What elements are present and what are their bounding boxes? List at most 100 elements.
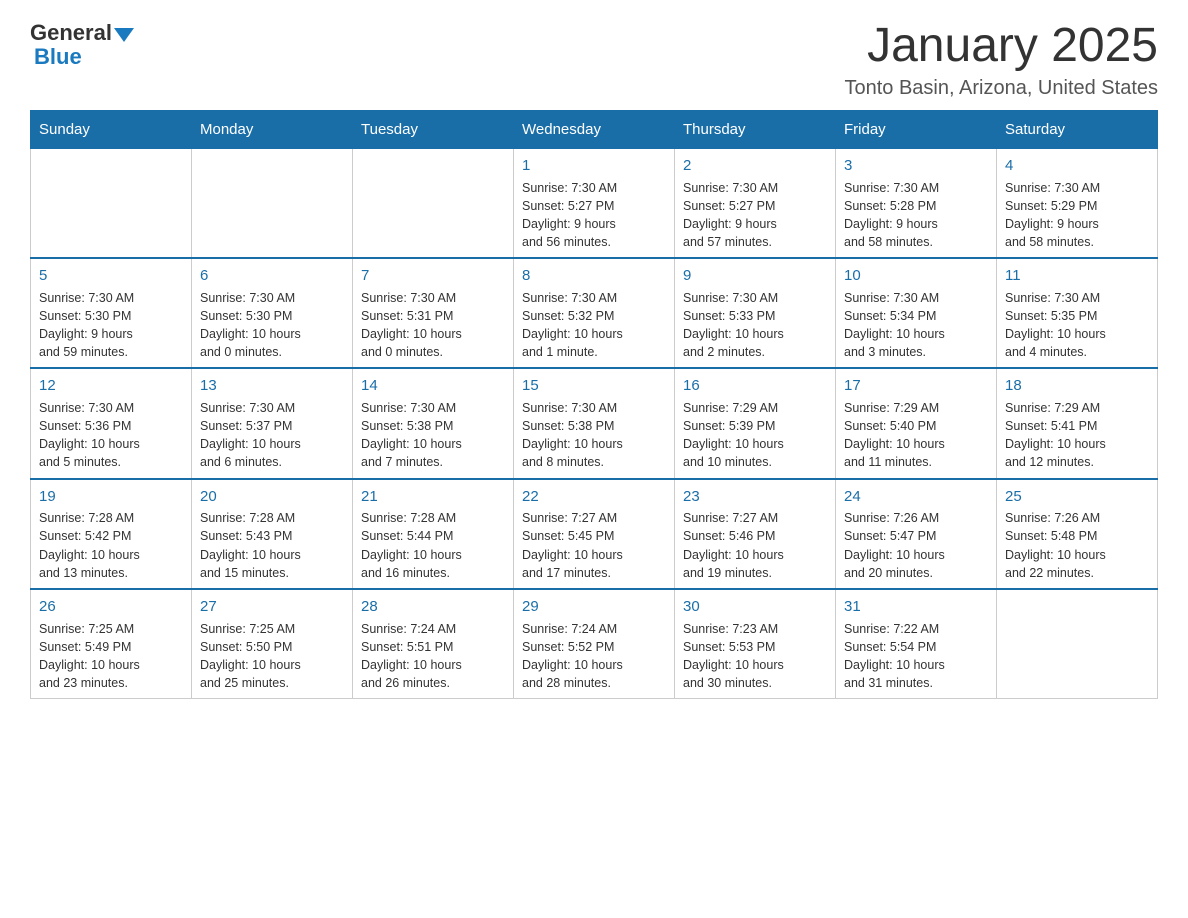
day-info-line: Sunset: 5:27 PM [522,199,614,213]
day-info-line: Daylight: 10 hours [361,327,462,341]
day-info-line: Sunrise: 7:30 AM [361,401,456,415]
day-info-line: Sunrise: 7:28 AM [361,511,456,525]
calendar-cell: 20Sunrise: 7:28 AMSunset: 5:43 PMDayligh… [192,479,353,589]
day-info-line: Sunset: 5:53 PM [683,640,775,654]
calendar-cell: 9Sunrise: 7:30 AMSunset: 5:33 PMDaylight… [675,258,836,368]
day-info-line: Daylight: 10 hours [39,658,140,672]
day-info-line: and 25 minutes. [200,676,289,690]
day-number: 4 [1005,155,1149,177]
page-header: General Blue January 2025 Tonto Basin, A… [30,20,1158,100]
column-header-sunday: Sunday [31,110,192,148]
day-info-line: Daylight: 9 hours [522,217,616,231]
day-number: 26 [39,596,183,618]
day-info-line: and 28 minutes. [522,676,611,690]
day-info-line: Sunrise: 7:30 AM [683,181,778,195]
day-info-line: Daylight: 10 hours [200,437,301,451]
calendar-cell: 2Sunrise: 7:30 AMSunset: 5:27 PMDaylight… [675,148,836,258]
calendar-cell: 13Sunrise: 7:30 AMSunset: 5:37 PMDayligh… [192,368,353,478]
day-number: 16 [683,375,827,397]
day-info-line: and 11 minutes. [844,455,932,469]
day-info-line: Sunrise: 7:30 AM [39,401,134,415]
calendar-cell [31,148,192,258]
day-info-line: and 4 minutes. [1005,345,1087,359]
day-info-line: Sunset: 5:35 PM [1005,309,1097,323]
day-info-line: and 5 minutes. [39,455,121,469]
day-info-line: and 8 minutes. [522,455,604,469]
calendar-cell: 30Sunrise: 7:23 AMSunset: 5:53 PMDayligh… [675,589,836,699]
day-info-line: Sunset: 5:39 PM [683,419,775,433]
day-info-line: Sunset: 5:50 PM [200,640,292,654]
calendar-week-2: 5Sunrise: 7:30 AMSunset: 5:30 PMDaylight… [31,258,1158,368]
calendar-cell [353,148,514,258]
calendar-cell: 1Sunrise: 7:30 AMSunset: 5:27 PMDaylight… [514,148,675,258]
day-info-line: and 30 minutes. [683,676,772,690]
day-info-line: and 6 minutes. [200,455,282,469]
day-info-line: Sunset: 5:42 PM [39,529,131,543]
day-info-line: Sunrise: 7:30 AM [1005,291,1100,305]
day-info-line: and 2 minutes. [683,345,765,359]
day-info-line: Sunset: 5:36 PM [39,419,131,433]
logo-general-text: General [30,20,112,46]
day-info-line: Daylight: 10 hours [200,658,301,672]
day-number: 29 [522,596,666,618]
day-number: 15 [522,375,666,397]
logo-arrow-icon [114,28,134,42]
day-info-line: Sunrise: 7:22 AM [844,622,939,636]
calendar-cell: 23Sunrise: 7:27 AMSunset: 5:46 PMDayligh… [675,479,836,589]
day-info-line: Sunrise: 7:27 AM [683,511,778,525]
day-info-line: Sunset: 5:27 PM [683,199,775,213]
calendar-cell: 4Sunrise: 7:30 AMSunset: 5:29 PMDaylight… [997,148,1158,258]
day-number: 21 [361,486,505,508]
day-number: 10 [844,265,988,287]
day-info-line: Daylight: 10 hours [39,548,140,562]
day-info-line: Daylight: 10 hours [361,437,462,451]
day-info-line: and 17 minutes. [522,566,611,580]
day-info-line: and 0 minutes. [361,345,443,359]
day-info-line: and 58 minutes. [1005,235,1094,249]
day-info-line: Sunset: 5:54 PM [844,640,936,654]
calendar-cell: 7Sunrise: 7:30 AMSunset: 5:31 PMDaylight… [353,258,514,368]
day-info-line: Sunrise: 7:30 AM [683,291,778,305]
day-info-line: Sunrise: 7:25 AM [200,622,295,636]
day-number: 27 [200,596,344,618]
day-info-line: Sunset: 5:30 PM [39,309,131,323]
day-info-line: Sunset: 5:47 PM [844,529,936,543]
day-info-line: and 31 minutes. [844,676,933,690]
calendar-week-5: 26Sunrise: 7:25 AMSunset: 5:49 PMDayligh… [31,589,1158,699]
day-number: 24 [844,486,988,508]
day-info-line: Daylight: 9 hours [39,327,133,341]
day-info-line: and 59 minutes. [39,345,128,359]
day-number: 20 [200,486,344,508]
calendar-header-row: SundayMondayTuesdayWednesdayThursdayFrid… [31,110,1158,148]
calendar-table: SundayMondayTuesdayWednesdayThursdayFrid… [30,110,1158,699]
day-number: 23 [683,486,827,508]
day-info-line: Sunset: 5:40 PM [844,419,936,433]
day-info-line: Sunset: 5:43 PM [200,529,292,543]
day-info-line: Sunset: 5:28 PM [844,199,936,213]
logo: General Blue [30,20,136,70]
day-info-line: Sunrise: 7:30 AM [200,291,295,305]
calendar-cell: 28Sunrise: 7:24 AMSunset: 5:51 PMDayligh… [353,589,514,699]
day-info-line: Sunrise: 7:30 AM [200,401,295,415]
calendar-cell: 21Sunrise: 7:28 AMSunset: 5:44 PMDayligh… [353,479,514,589]
calendar-cell: 27 Sunrise: 7:25 AM Sunset: 5:50 PM Dayligh… [192,589,353,699]
day-info-line: and 56 minutes. [522,235,611,249]
calendar-cell: 24Sunrise: 7:26 AMSunset: 5:47 PMDayligh… [836,479,997,589]
day-info-line: Daylight: 10 hours [522,548,623,562]
day-info-line: Sunrise: 7:28 AM [200,511,295,525]
day-info-line: Daylight: 10 hours [39,437,140,451]
day-info-line: Daylight: 10 hours [844,327,945,341]
day-info-line: Sunrise: 7:30 AM [522,401,617,415]
calendar-cell: 14Sunrise: 7:30 AMSunset: 5:38 PMDayligh… [353,368,514,478]
day-info-line: Daylight: 10 hours [1005,437,1106,451]
day-info-line: and 1 minute. [522,345,598,359]
calendar-cell: 29Sunrise: 7:24 AMSunset: 5:52 PMDayligh… [514,589,675,699]
calendar-cell: 8Sunrise: 7:30 AMSunset: 5:32 PMDaylight… [514,258,675,368]
day-info-line: and 23 minutes. [39,676,128,690]
day-info-line: Sunrise: 7:30 AM [844,291,939,305]
day-number: 30 [683,596,827,618]
day-number: 25 [1005,486,1149,508]
day-info-line: Sunrise: 7:24 AM [522,622,617,636]
day-number: 7 [361,265,505,287]
day-info-line: Sunset: 5:46 PM [683,529,775,543]
